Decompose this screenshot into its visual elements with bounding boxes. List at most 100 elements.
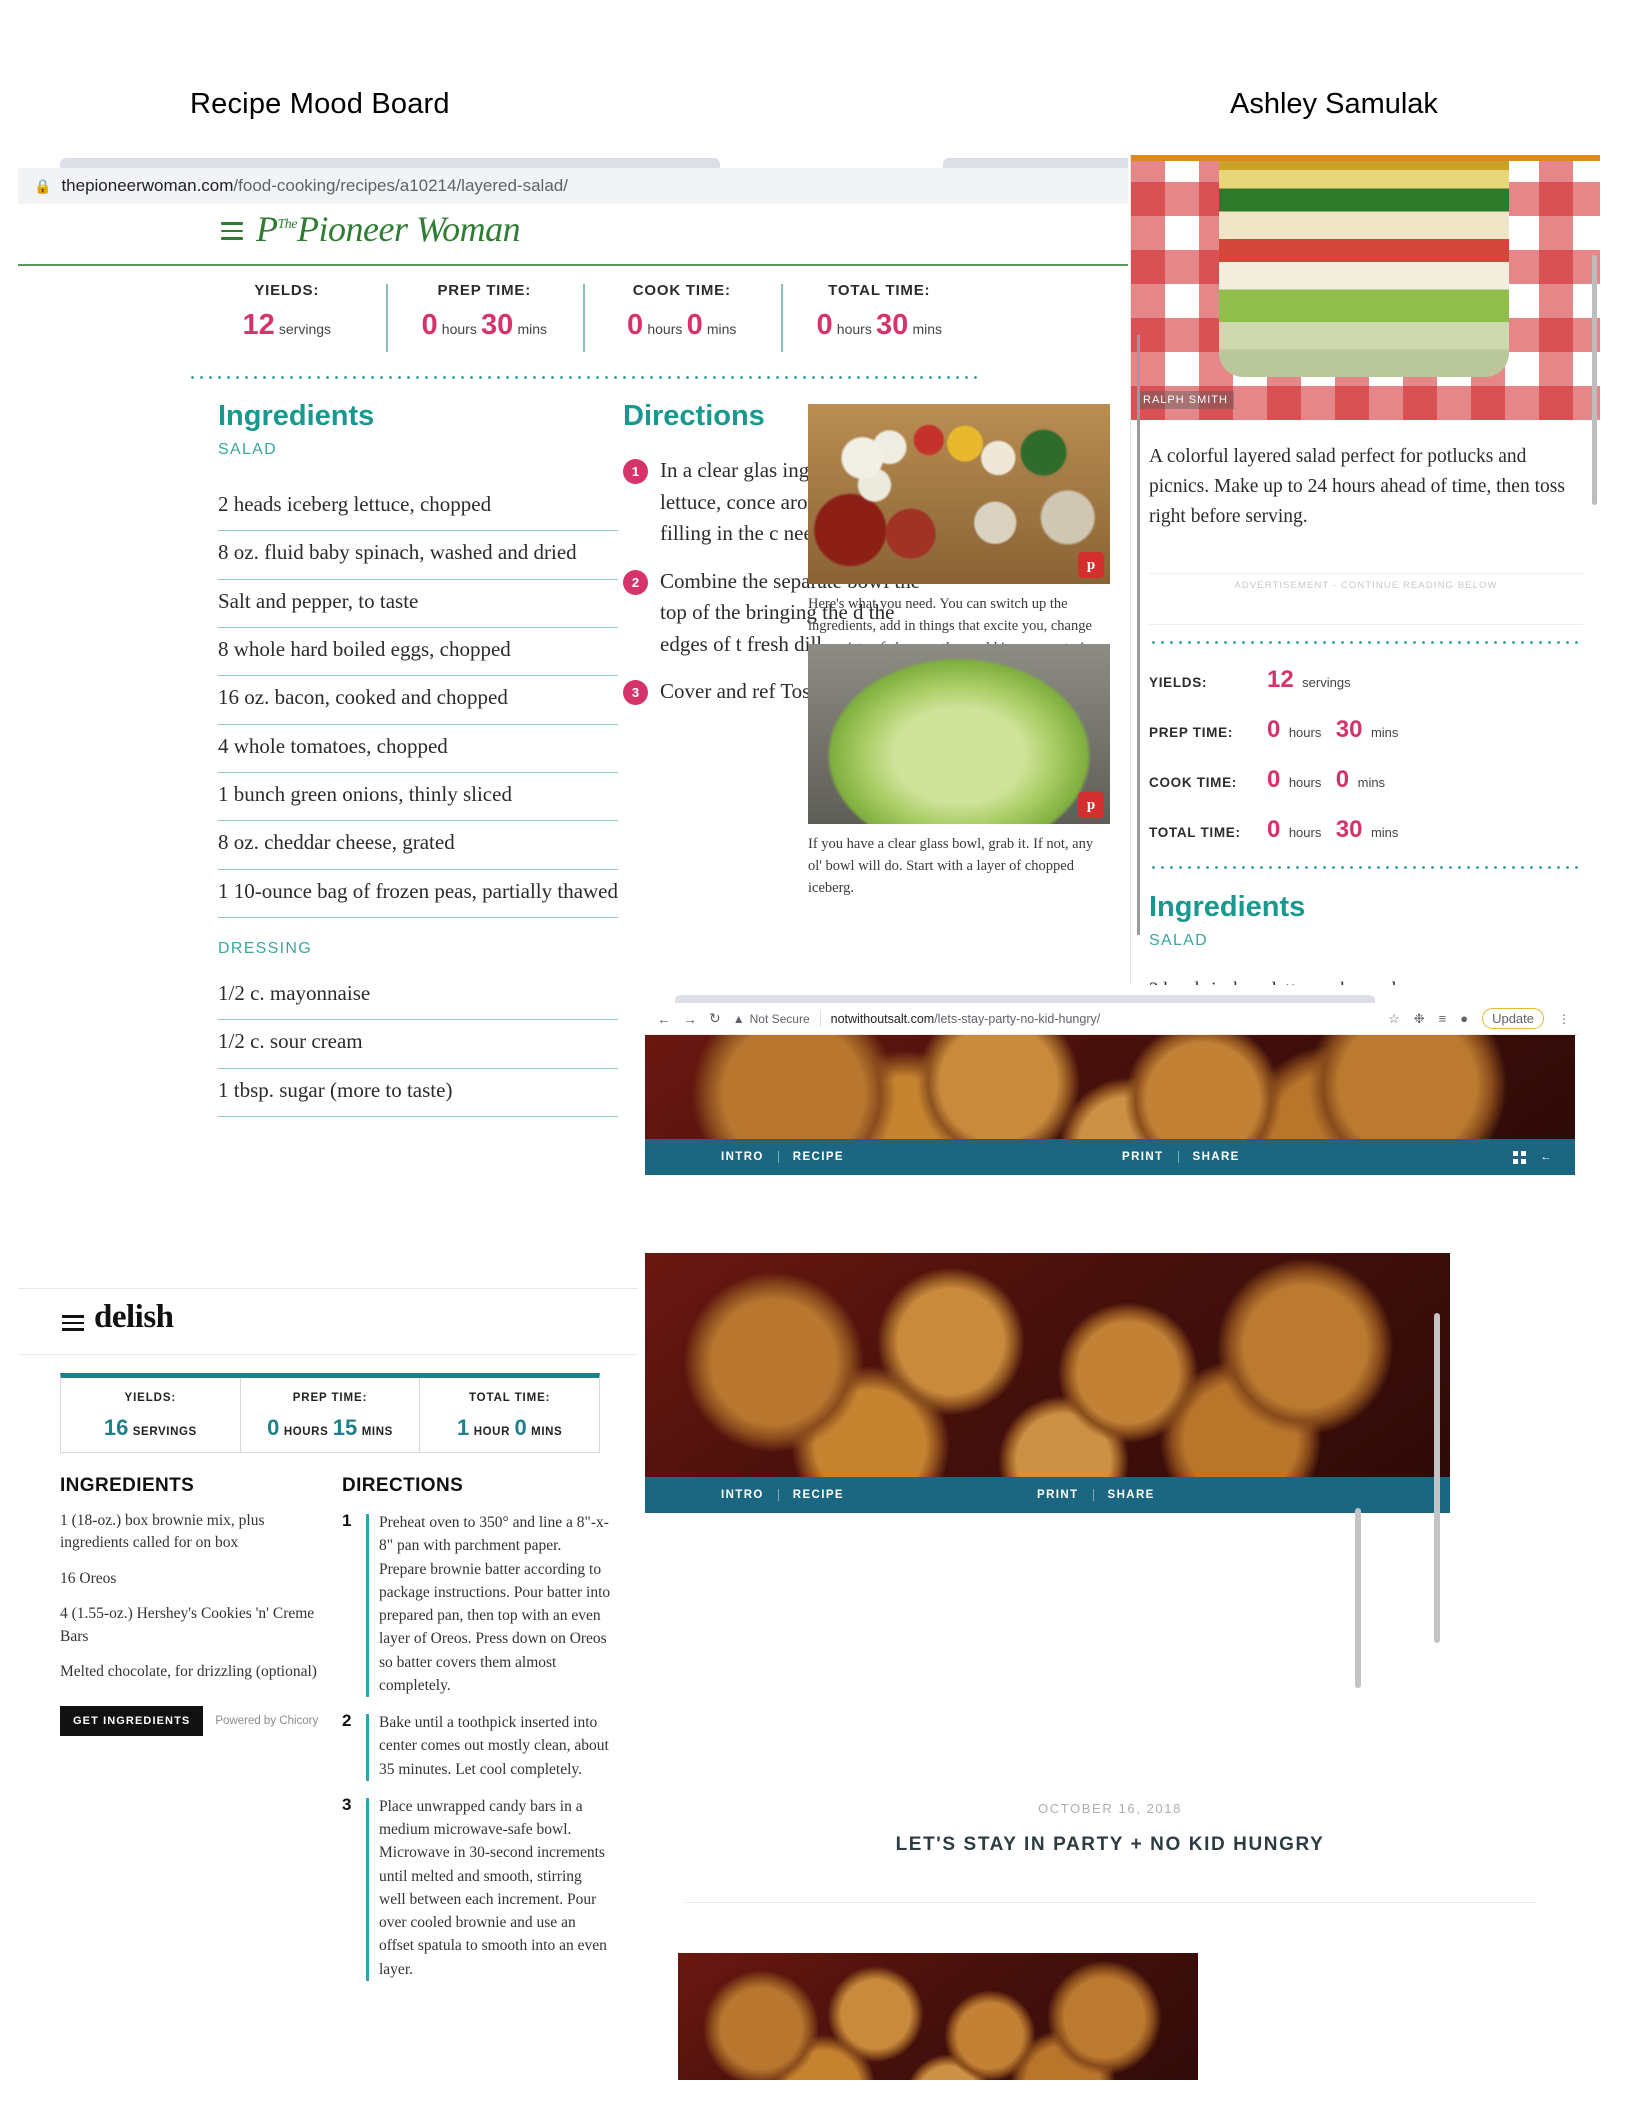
meta-label: PREP TIME: [1149, 724, 1234, 740]
meta-label: PREP TIME: [292, 1392, 368, 1404]
step-number: 2 [623, 569, 648, 595]
nav-intro[interactable]: INTRO [707, 1151, 778, 1163]
photo-vegetable-board [808, 404, 1110, 584]
meta-unit2: mins [912, 321, 942, 337]
hamburger-icon[interactable] [221, 222, 243, 240]
direction-step: 3 Place unwrapped candy bars in a medium… [342, 1795, 612, 1981]
address-bar[interactable]: 🔒 thepioneerwoman.com/food-cooking/recip… [18, 168, 1128, 204]
recipe-meta-bar: YIELDS: 12 servings PREP TIME: 0 hours 3… [188, 282, 978, 354]
dotted-divider [188, 376, 978, 379]
nav-print[interactable]: PRINT [1023, 1489, 1093, 1501]
meta-value: 16 SERVINGS [61, 1415, 240, 1441]
mobile-body: A colorful layered salad perfect for pot… [1131, 420, 1600, 985]
meta-unit1: hours [441, 321, 477, 337]
author-name: Ashley Samulak [1230, 88, 1438, 120]
meta-num1: 0 [1267, 765, 1281, 793]
get-ingredients-button[interactable]: GET INGREDIENTS [60, 1705, 204, 1736]
meta-prep-time: PREP TIME: 0 HOURS 15 MINS [239, 1378, 420, 1452]
hero-top-accent [1131, 155, 1600, 161]
nav-print[interactable]: PRINT [1108, 1151, 1178, 1163]
browser-tab-strip-secondary[interactable] [943, 158, 1128, 168]
meta-num1: 12 [1267, 665, 1294, 693]
advertisement-label: ADVERTISEMENT - CONTINUE READING BELOW [1149, 572, 1583, 591]
browser-tab-strip[interactable] [675, 995, 1375, 1003]
meta-label: YIELDS: [124, 1392, 177, 1404]
ingredients-photo: p [808, 404, 1110, 584]
meta-unit1: hours [836, 321, 872, 337]
list-item: 2 heads iceberg lettuce, chopped [218, 483, 618, 532]
ingredients-heading: Ingredients [1149, 890, 1306, 923]
meta-cook-time: COOK TIME: 0 hours 0 mins [583, 282, 781, 354]
scrollbar-thumb-secondary[interactable] [1355, 1508, 1361, 1688]
nav-intro[interactable]: INTRO [707, 1489, 778, 1501]
address-bar-url: notwithoutsalt.com/lets-stay-party-no-ki… [831, 1012, 1101, 1026]
meta-num2: 15 [332, 1415, 358, 1440]
meta-value: 12 servings [188, 309, 386, 342]
meta-value: 12 servings [1267, 666, 1361, 694]
bookmark-star-icon[interactable]: ☆ [1388, 1011, 1400, 1027]
meta-num2: 0 [514, 1415, 527, 1440]
meta-label: TOTAL TIME: [828, 282, 931, 299]
scrollbar-thumb[interactable] [1592, 255, 1597, 505]
browser-tab-strip[interactable] [60, 158, 720, 168]
security-label: Not Secure [749, 1011, 810, 1026]
hamburger-icon[interactable] [62, 1315, 84, 1331]
reload-icon[interactable]: ↻ [709, 1010, 721, 1027]
security-status[interactable]: ▲ Not Secure [733, 1012, 810, 1026]
delish-logo[interactable]: delish [94, 1299, 174, 1336]
meta-unit1: servings [1302, 674, 1351, 690]
scrollbar-thumb[interactable] [1434, 1313, 1440, 1643]
nav-share[interactable]: SHARE [1177, 1151, 1254, 1163]
photo-credit: RALPH SMITH [1137, 391, 1234, 409]
delish-site-header: delish [18, 1289, 638, 1355]
meta-num1: 0 [816, 309, 833, 341]
nav-right-group: ← [1513, 1150, 1553, 1164]
nav-recipe[interactable]: RECIPE [777, 1489, 858, 1501]
step-number: 1 [342, 1511, 352, 1530]
meta-num1: 16 [103, 1415, 129, 1440]
update-button[interactable]: Update [1482, 1008, 1544, 1029]
recipe-meta-list: YIELDS: 12 servings PREP TIME: 0 hours 3… [1149, 666, 1583, 844]
list-item: 2 heads iceberg lettuce, chopped [1149, 970, 1583, 985]
kebab-menu-icon[interactable]: ⋮ [1558, 1012, 1570, 1026]
pioneer-woman-logo[interactable]: PThePioneer Woman [256, 208, 521, 250]
list-item: 1 tbsp. sugar (more to taste) [218, 1069, 618, 1118]
nav-recipe[interactable]: RECIPE [777, 1151, 858, 1163]
forward-arrow-icon[interactable]: → [683, 1011, 697, 1027]
meta-cook-time: COOK TIME: 0 hours 0 mins [1149, 766, 1583, 794]
meta-unit2: mins [517, 321, 547, 337]
salad-ingredient-list: 2 heads iceberg lettuce, chopped 8 oz. f… [218, 483, 618, 919]
meta-unit2: MINS [361, 1426, 393, 1438]
meta-num2: 0 [1335, 765, 1350, 793]
address-bar[interactable]: ← → ↻ ▲ Not Secure notwithoutsalt.com/le… [645, 1003, 1580, 1035]
extension-icon[interactable]: ❉ [1414, 1011, 1425, 1027]
reading-list-icon[interactable]: ≡ [1439, 1011, 1447, 1026]
step-text: Place unwrapped candy bars in a medium m… [379, 1797, 607, 1978]
page-title: Recipe Mood Board [190, 88, 450, 120]
lettuce-bowl-photo: p [808, 644, 1110, 824]
meta-unit2: mins [1357, 774, 1386, 790]
url-domain: notwithoutsalt.com [830, 1011, 935, 1026]
url-path: /lets-stay-party-no-kid-hungry/ [934, 1011, 1101, 1026]
profile-avatar-icon[interactable]: ● [1460, 1011, 1468, 1026]
pinterest-icon[interactable]: p [1078, 552, 1104, 578]
back-arrow-icon[interactable]: ← [657, 1011, 671, 1027]
notwithoutsalt-desktop-screenshot: ← → ↻ ▲ Not Secure notwithoutsalt.com/le… [645, 995, 1580, 2080]
grid-view-icon[interactable] [1513, 1150, 1527, 1164]
meta-unit1: hours [1288, 824, 1322, 840]
nav-left-group: INTRO RECIPE [707, 1151, 858, 1163]
mood-board-page: Recipe Mood Board Ashley Samulak 🔒 thepi… [0, 0, 1632, 2112]
dressing-ingredient-list: 1/2 c. mayonnaise 1/2 c. sour cream 1 tb… [218, 972, 618, 1118]
left-arrow-icon[interactable]: ← [1540, 1151, 1553, 1163]
advertisement-slot [1149, 591, 1583, 625]
step-text: Bake until a toothpick inserted into cen… [379, 1714, 609, 1778]
meta-total-time: TOTAL TIME: 1 HOUR 0 MINS [419, 1378, 599, 1452]
pinterest-icon[interactable]: p [1078, 792, 1104, 818]
meta-num2: 30 [1335, 815, 1363, 843]
list-item: 8 oz. cheddar cheese, grated [218, 821, 618, 870]
meta-prep-time: PREP TIME: 0 hours 30 mins [385, 282, 584, 354]
nav-share[interactable]: SHARE [1092, 1489, 1169, 1501]
meta-num2: 30 [876, 309, 909, 341]
url-domain: thepioneerwoman.com [61, 176, 234, 195]
step-accent-bar [366, 1797, 369, 1981]
